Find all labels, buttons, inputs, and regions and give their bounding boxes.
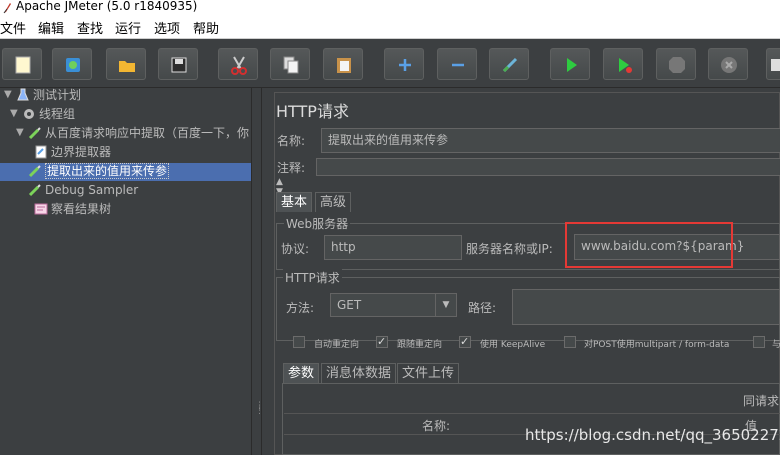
red-highlight-box — [565, 222, 733, 268]
copy-button[interactable] — [270, 48, 310, 80]
tree-item-boundary-extractor[interactable]: 边界提取器 — [34, 143, 111, 161]
comment-label: 注释: — [277, 161, 306, 175]
sampler-pipette-icon — [28, 127, 41, 140]
checkmark-icon: ✓ — [377, 335, 387, 348]
checkmark-icon: ✓ — [460, 335, 470, 348]
collapse-arrow-icon[interactable]: ▼ — [16, 124, 24, 142]
toolbar — [0, 39, 780, 88]
collapse-arrow-icon[interactable]: ▼ — [10, 105, 18, 123]
method-value: GET — [337, 298, 362, 312]
stop-button[interactable] — [656, 48, 696, 80]
cut-button[interactable] — [218, 48, 258, 80]
test-plan-tree: ▼ 测试计划 ▼ 线程组 ▼ 从百度请求响应中提取（百度一下，你 边界提取器 提… — [0, 88, 251, 455]
tab-file-upload[interactable]: 文件上传 — [397, 363, 460, 383]
keepalive-label: 使用 KeepAlive — [480, 340, 546, 350]
tree-item-debug-sampler[interactable]: Debug Sampler — [28, 181, 138, 199]
paste-button[interactable] — [323, 48, 363, 80]
tab-parameters[interactable]: 参数 — [283, 363, 320, 383]
path-label: 路径: — [468, 301, 497, 315]
method-select[interactable]: GET ▼ — [330, 293, 457, 317]
expand-button[interactable] — [384, 48, 424, 80]
auto-redirect-label: 自动重定向 — [314, 340, 360, 350]
browser-headers-label: 与 — [772, 340, 780, 350]
method-label: 方法: — [286, 301, 315, 315]
dropdown-arrow-icon[interactable]: ▼ — [435, 294, 456, 316]
tab-body-data[interactable]: 消息体数据 — [321, 363, 397, 383]
cut-icon — [231, 56, 247, 75]
menu-options[interactable]: 选项 — [154, 18, 180, 37]
results-tree-icon — [34, 203, 48, 215]
http-request-panel: HTTP请求 名称: 提取出来的值用来传参 注释: ▲▼ 基本 高级 Web服务… — [262, 88, 780, 455]
save-icon — [171, 57, 187, 73]
gear-icon — [24, 109, 34, 119]
collapse-button[interactable] — [437, 48, 477, 80]
web-server-legend: Web服务器 — [284, 215, 351, 232]
tree-item-view-results-tree[interactable]: 察看结果树 — [34, 200, 111, 218]
start-no-pause-button[interactable] — [603, 48, 643, 80]
column-name-header[interactable]: 名称: — [422, 417, 450, 434]
menu-file[interactable]: 文件 — [0, 18, 26, 37]
http-request-legend: HTTP请求 — [283, 269, 342, 286]
open-button[interactable] — [106, 48, 146, 80]
toggle-button[interactable] — [489, 48, 529, 80]
window-title: Apache JMeter (5.0 r1840935) — [16, 0, 198, 13]
menu-edit[interactable]: 编辑 — [38, 18, 64, 37]
templates-button[interactable] — [52, 48, 92, 80]
extractor-document-icon — [35, 145, 47, 159]
start-icon — [567, 58, 577, 72]
shutdown-button[interactable] — [708, 48, 748, 80]
tab-advanced[interactable]: 高级 — [315, 192, 352, 212]
server-label: 服务器名称或IP: — [466, 242, 553, 256]
tab-basic[interactable]: 基本 — [276, 192, 313, 212]
multipart-checkbox[interactable] — [564, 336, 576, 348]
sampler-pipette-icon — [28, 165, 41, 178]
path-field[interactable] — [512, 289, 780, 325]
start-no-pause-icon — [619, 58, 632, 73]
jmeter-feather-icon — [3, 3, 11, 14]
save-button[interactable] — [158, 48, 198, 80]
new-icon — [15, 56, 31, 74]
menu-help[interactable]: 帮助 — [193, 18, 219, 37]
menu-search[interactable]: 查找 — [77, 18, 103, 37]
paste-icon — [337, 58, 351, 73]
auto-redirect-checkbox[interactable] — [293, 336, 305, 348]
toggle-icon — [502, 57, 518, 73]
shutdown-icon — [721, 57, 737, 73]
start-button[interactable] — [550, 48, 590, 80]
watermark-text: https://blog.csdn.net/qq_36502272 — [525, 426, 780, 444]
title-bar: Apache JMeter (5.0 r1840935) — [0, 0, 780, 16]
clear-icon — [771, 59, 780, 71]
collapse-icon — [452, 63, 464, 67]
tree-item-pass-param[interactable]: 提取出来的值用来传参 — [28, 162, 170, 180]
copy-icon — [283, 56, 299, 74]
protocol-field[interactable]: http — [324, 235, 462, 260]
menu-bar: 文件 编辑 查找 运行 选项 帮助 — [0, 16, 780, 39]
tree-item-baidu-request[interactable]: ▼ 从百度请求响应中提取（百度一下，你 — [16, 124, 249, 142]
comment-field[interactable] — [316, 158, 780, 176]
templates-icon — [66, 58, 80, 72]
follow-redirect-label: 跟随重定向 — [397, 340, 443, 350]
multipart-label: 对POST使用multipart / form-data — [584, 340, 730, 350]
browser-headers-checkbox[interactable] — [753, 336, 765, 348]
clear-button[interactable] — [766, 48, 780, 80]
open-icon — [119, 61, 135, 72]
flask-icon — [17, 88, 29, 101]
tree-item-thread-group[interactable]: ▼ 线程组 — [10, 105, 75, 123]
collapse-arrow-icon[interactable]: ▼ — [4, 86, 12, 104]
menu-run[interactable]: 运行 — [115, 18, 141, 37]
send-with-request-label: 同请求 — [743, 394, 780, 408]
new-button[interactable] — [2, 48, 42, 80]
tree-item-test-plan[interactable]: ▼ 测试计划 — [4, 86, 81, 104]
protocol-label: 协议: — [281, 242, 310, 256]
panel-title: HTTP请求 — [276, 102, 349, 121]
sampler-pipette-icon — [28, 184, 41, 197]
stop-icon — [669, 57, 685, 73]
keepalive-checkbox[interactable]: ✓ — [459, 336, 471, 348]
expand-icon — [399, 59, 411, 71]
name-field[interactable]: 提取出来的值用来传参 — [321, 128, 780, 153]
pane-splitter[interactable]: ⋮ ⋮ — [251, 88, 264, 455]
follow-redirect-checkbox[interactable]: ✓ — [376, 336, 388, 348]
name-label: 名称: — [277, 134, 306, 148]
